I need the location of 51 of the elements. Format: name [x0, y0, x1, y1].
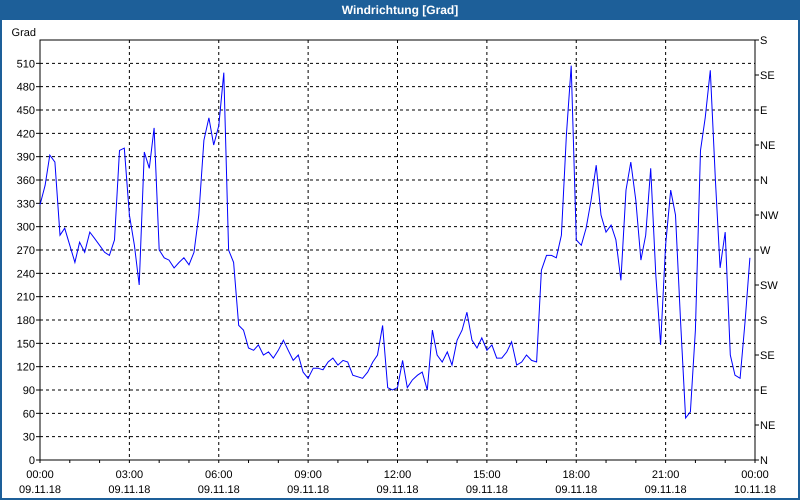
y-tick-label: 330: [16, 198, 35, 210]
date-label: 09.11.18: [644, 484, 687, 496]
compass-label: S: [760, 315, 768, 327]
x-tick-label: 00:00: [741, 469, 769, 481]
y-tick-label: 480: [16, 82, 35, 94]
compass-label: NE: [760, 140, 776, 152]
date-label: 09.11.18: [19, 484, 61, 496]
y-tick-label: 210: [16, 292, 35, 304]
y-tick-label: 60: [22, 408, 35, 420]
y-tick-label: 120: [16, 362, 35, 374]
date-label: 09.11.18: [287, 484, 330, 496]
window-title: Windrichtung [Grad]: [342, 3, 458, 17]
y-tick-label: 240: [16, 268, 35, 280]
compass-label: NW: [760, 210, 778, 222]
y-tick-label: 360: [16, 175, 35, 187]
x-tick-label: 18:00: [562, 469, 590, 481]
compass-label: N: [760, 175, 768, 187]
date-label: 09.11.18: [466, 484, 508, 496]
date-label: 09.11.18: [376, 484, 418, 496]
date-label: 09.11.18: [108, 484, 150, 496]
y-tick-label: 270: [16, 245, 35, 257]
y-tick-label: 420: [16, 128, 35, 140]
date-label: 10.11.18: [734, 484, 776, 496]
y-tick-label: 450: [16, 105, 35, 117]
y-axis-label: Grad: [12, 27, 36, 39]
x-tick-label: 09:00: [294, 469, 322, 481]
x-tick-label: 03:00: [116, 469, 144, 481]
x-tick-label: 15:00: [473, 469, 501, 481]
x-tick-label: 00:00: [26, 469, 54, 481]
y-tick-label: 300: [16, 222, 35, 234]
compass-label: SE: [760, 350, 775, 362]
y-tick-label: 180: [16, 315, 35, 327]
x-tick-label: 12:00: [384, 469, 412, 481]
y-tick-label: 510: [16, 58, 35, 70]
x-tick-label: 21:00: [652, 469, 680, 481]
compass-label: SE: [760, 70, 775, 82]
y-tick-label: 90: [22, 385, 35, 397]
compass-label: SW: [760, 280, 778, 292]
compass-label: NE: [760, 420, 776, 432]
y-tick-label: 150: [16, 338, 35, 350]
compass-label: E: [760, 385, 768, 397]
compass-label: S: [760, 35, 768, 47]
compass-label: W: [760, 245, 770, 257]
compass-label: N: [760, 455, 768, 467]
y-tick-label: 390: [16, 152, 35, 164]
date-label: 09.11.18: [198, 484, 240, 496]
date-label: 09.11.18: [555, 484, 598, 496]
y-tick-label: 0: [28, 455, 35, 467]
x-tick-label: 06:00: [204, 469, 233, 481]
compass-label: E: [760, 105, 768, 117]
y-tick-label: 30: [22, 432, 35, 444]
